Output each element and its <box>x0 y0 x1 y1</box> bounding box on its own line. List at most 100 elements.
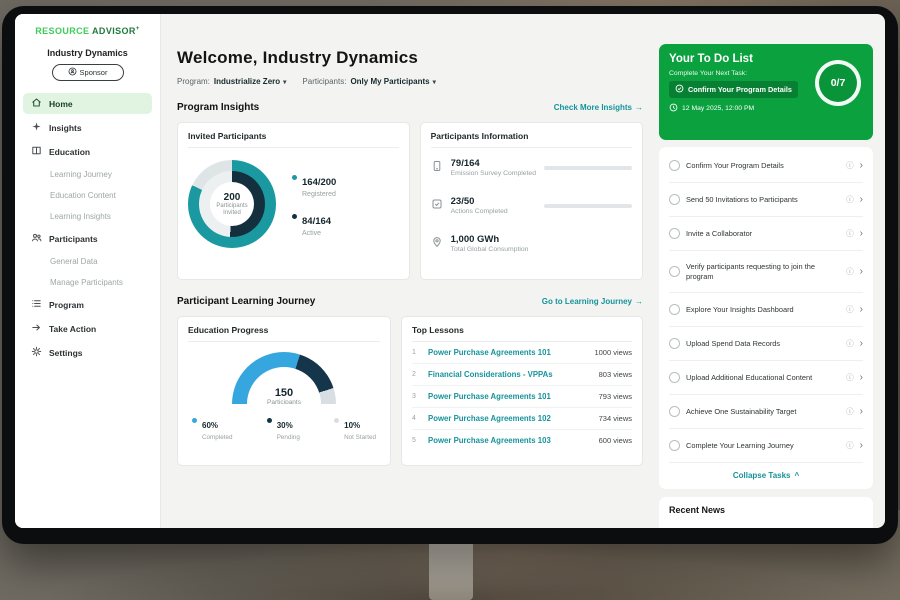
task-row[interactable]: Upload Spend Data Records ⓘ › <box>669 327 863 361</box>
sidebar-item-general-data[interactable]: General Data <box>23 252 152 270</box>
legend-registered: 164/200 Registered <box>292 172 336 198</box>
lesson-rank: 3 <box>412 393 420 400</box>
people-icon <box>31 232 42 245</box>
task-row[interactable]: Complete Your Learning Journey ⓘ › <box>669 429 863 463</box>
task-row[interactable]: Achieve One Sustainability Target ⓘ › <box>669 395 863 429</box>
collapse-tasks-label: Collapse Tasks <box>733 471 791 480</box>
sidebar-item-participants[interactable]: Participants <box>23 228 152 249</box>
sidebar-item-education-content[interactable]: Education Content <box>23 186 152 204</box>
check-square-icon <box>431 197 443 215</box>
lesson-rank: 1 <box>412 349 420 356</box>
task-checkbox[interactable] <box>669 304 680 315</box>
task-label: Send 50 Invitations to Participants <box>686 195 840 205</box>
go-to-learning-journey-link[interactable]: Go to Learning Journey→ <box>542 297 643 306</box>
learning-journey-header: Participant Learning Journey Go to Learn… <box>177 296 643 307</box>
task-row[interactable]: Verify participants requesting to join t… <box>669 251 863 293</box>
invited-legend: 164/200 Registered 84/164 Active <box>292 172 336 237</box>
top-lessons-card: Top Lessons 1 Power Purchase Agreements … <box>401 316 643 466</box>
program-insights-header: Program Insights Check More Insights→ <box>177 102 643 113</box>
dashboard-screen: RESOURCE ADVISOR+ Industry Dynamics Spon… <box>15 14 885 528</box>
recent-news-card: Recent News <box>659 497 873 528</box>
sidebar-item-learning-insights[interactable]: Learning Insights <box>23 207 152 225</box>
task-checkbox[interactable] <box>669 228 680 239</box>
home-icon <box>31 97 42 110</box>
legend-value: 10% <box>344 421 360 430</box>
lesson-link[interactable]: Financial Considerations - VPPAs <box>428 370 591 379</box>
info-icon[interactable]: ⓘ <box>846 228 854 239</box>
sidebar-item-take-action[interactable]: Take Action <box>23 318 152 339</box>
sidebar-item-home[interactable]: Home <box>23 93 152 114</box>
lesson-row: 5 Power Purchase Agreements 103 600 view… <box>412 430 632 451</box>
task-row[interactable]: Invite a Collaborator ⓘ › <box>669 217 863 251</box>
sidebar-item-education[interactable]: Education <box>23 141 152 162</box>
sponsor-badge[interactable]: Sponsor <box>52 64 124 81</box>
task-checkbox[interactable] <box>669 160 680 171</box>
todo-due-text: 12 May 2025, 12:00 PM <box>682 105 754 112</box>
lesson-views: 734 views <box>599 414 632 423</box>
participants-information-card: Participants Information 79/164 Emission… <box>420 122 643 280</box>
info-icon[interactable]: ⓘ <box>846 440 854 451</box>
info-icon[interactable]: ⓘ <box>846 372 854 383</box>
gauge-center: 150 Participants <box>232 387 336 404</box>
todo-summary-card: Your To Do List Complete Your Next Task:… <box>659 44 873 140</box>
info-icon[interactable]: ⓘ <box>846 406 854 417</box>
lesson-link[interactable]: Power Purchase Agreements 102 <box>428 414 591 423</box>
chevron-right-icon: › <box>860 267 863 277</box>
gear-icon <box>31 346 42 359</box>
sidebar-item-label: Learning Journey <box>50 170 112 179</box>
check-more-insights-link[interactable]: Check More Insights→ <box>554 103 643 112</box>
sidebar-item-manage-participants[interactable]: Manage Participants <box>23 273 152 291</box>
gauge-center-label: Participants <box>232 399 336 404</box>
task-checkbox[interactable] <box>669 338 680 349</box>
info-icon[interactable]: ⓘ <box>846 338 854 349</box>
task-checkbox[interactable] <box>669 266 680 277</box>
participants-filter-select[interactable]: Only My Participants▾ <box>350 77 435 86</box>
info-icon[interactable]: ⓘ <box>846 160 854 171</box>
lesson-row: 4 Power Purchase Agreements 102 734 view… <box>412 408 632 430</box>
legend-value: 164/200 <box>302 177 336 188</box>
program-filter-select[interactable]: Industrialize Zero▾ <box>214 77 287 86</box>
chevron-right-icon: › <box>860 441 863 451</box>
lesson-link[interactable]: Power Purchase Agreements 101 <box>428 348 586 357</box>
sidebar-item-learning-journey[interactable]: Learning Journey <box>23 165 152 183</box>
task-label: Confirm Your Program Details <box>686 161 840 171</box>
legend-dot <box>334 418 339 423</box>
learning-journey-cards: Education Progress 150 Participants <box>177 316 643 466</box>
task-checkbox[interactable] <box>669 372 680 383</box>
education-gauge-legend: 60% Completed 30% Pending 10% <box>188 415 380 454</box>
task-checkbox[interactable] <box>669 194 680 205</box>
recent-news-title: Recent News <box>669 505 725 515</box>
lesson-link[interactable]: Power Purchase Agreements 103 <box>428 436 591 445</box>
stat-emission-survey: 79/164 Emission Survey Completed <box>431 148 632 186</box>
filter-bar: Program: Industrialize Zero▾ Participant… <box>177 77 643 86</box>
info-icon[interactable]: ⓘ <box>846 194 854 205</box>
task-row[interactable]: Explore Your Insights Dashboard ⓘ › <box>669 293 863 327</box>
next-task-label: Confirm Your Program Details <box>688 85 792 94</box>
legend-dot <box>292 175 297 180</box>
task-row[interactable]: Send 50 Invitations to Participants ⓘ › <box>669 183 863 217</box>
sidebar-item-program[interactable]: Program <box>23 294 152 315</box>
task-label: Verify participants requesting to join t… <box>686 262 840 281</box>
task-checkbox[interactable] <box>669 440 680 451</box>
task-row[interactable]: Confirm Your Program Details ⓘ › <box>669 149 863 183</box>
legend-active: 84/164 Active <box>292 211 336 237</box>
lesson-views: 1000 views <box>594 348 632 357</box>
program-filter: Program: Industrialize Zero▾ <box>177 77 286 86</box>
lesson-link[interactable]: Power Purchase Agreements 101 <box>428 392 591 401</box>
sidebar-item-settings[interactable]: Settings <box>23 342 152 363</box>
legend-pending: 30% Pending <box>267 415 300 441</box>
invited-donut-chart: 200 Participants Invited <box>188 160 276 248</box>
todo-panel: Your To Do List Complete Your Next Task:… <box>655 14 885 528</box>
task-checkbox[interactable] <box>669 406 680 417</box>
lesson-row: 2 Financial Considerations - VPPAs 803 v… <box>412 364 632 386</box>
sidebar-item-insights[interactable]: Insights <box>23 117 152 138</box>
info-icon[interactable]: ⓘ <box>846 266 854 277</box>
next-task-chip[interactable]: Confirm Your Program Details <box>669 81 798 98</box>
app-logo: RESOURCE ADVISOR+ <box>23 26 152 36</box>
chevron-right-icon: › <box>860 161 863 171</box>
task-row[interactable]: Upload Additional Educational Content ⓘ … <box>669 361 863 395</box>
sidebar-item-label: Take Action <box>49 324 96 334</box>
info-icon[interactable]: ⓘ <box>846 304 854 315</box>
collapse-tasks-button[interactable]: Collapse Tasks ^ <box>669 463 863 485</box>
legend-dot <box>292 214 297 219</box>
